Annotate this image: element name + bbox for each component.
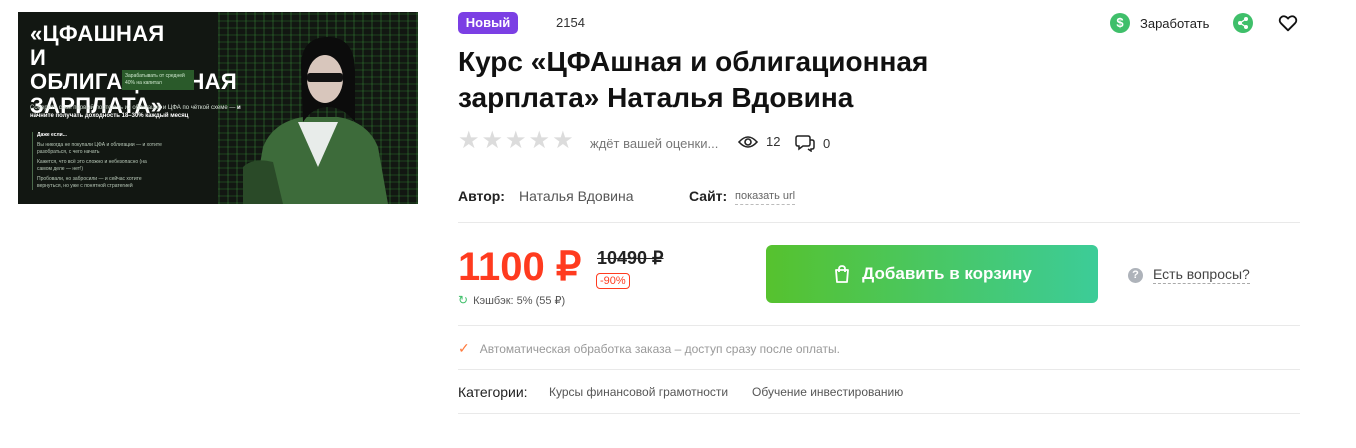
- auto-processing-text: Автоматическая обработка заказа – доступ…: [479, 341, 840, 356]
- category-link[interactable]: Курсы финансовой грамотности: [549, 385, 728, 399]
- divider: [458, 413, 1300, 414]
- share-icon[interactable]: [1233, 13, 1253, 33]
- views-count: 12: [766, 134, 781, 149]
- add-to-cart-button[interactable]: Добавить в корзину: [766, 245, 1098, 303]
- product-counter: 2154: [556, 15, 585, 30]
- refresh-icon: ↻: [458, 293, 469, 307]
- categories-label: Категории:: [458, 384, 528, 400]
- comments-counter[interactable]: 0: [795, 134, 830, 152]
- dollar-icon: $: [1110, 13, 1130, 33]
- favorite-heart-icon[interactable]: [1277, 12, 1299, 34]
- star-icon[interactable]: ★: [505, 129, 527, 153]
- cashback-text: Кэшбэк: 5% (55 ₽): [473, 294, 566, 307]
- add-to-cart-label: Добавить в корзину: [862, 264, 1032, 283]
- author-name-link[interactable]: Наталья Вдовина: [519, 188, 633, 204]
- rating-stars[interactable]: ★ ★ ★ ★ ★: [458, 129, 576, 153]
- shopping-bag-icon: [835, 265, 850, 283]
- divider: [458, 222, 1300, 223]
- views-counter: 12: [738, 134, 780, 149]
- old-price: 10490 ₽: [597, 248, 664, 268]
- star-icon[interactable]: ★: [552, 129, 574, 153]
- rating-status: ждёт вашей оценки...: [590, 136, 719, 151]
- comments-count: 0: [823, 135, 831, 151]
- eye-icon: [738, 135, 758, 148]
- category-link[interactable]: Обучение инвестированию: [752, 385, 903, 399]
- checkmark-icon: ✓: [458, 340, 470, 356]
- banner-list: Даже если... Вы никогда не покупали ЦФА …: [32, 132, 162, 190]
- divider: [458, 325, 1300, 326]
- current-price: 1100 ₽: [458, 245, 582, 289]
- question-icon: ?: [1128, 267, 1143, 283]
- cashback-info: ↻ Кэшбэк: 5% (55 ₽): [458, 293, 565, 307]
- star-icon[interactable]: ★: [458, 129, 480, 153]
- questions-label: Есть вопросы?: [1153, 266, 1250, 284]
- banner-list-item: Вы никогда не покупали ЦФА и облигации —…: [37, 142, 162, 155]
- banner-title-line: «ЦФАШНАЯ: [30, 21, 165, 46]
- earn-label: Заработать: [1140, 15, 1210, 31]
- site-label: Сайт:: [689, 188, 728, 204]
- banner-subtitle-text: Соберите свой первый портфель из облигац…: [30, 105, 236, 111]
- star-icon[interactable]: ★: [529, 129, 551, 153]
- banner-subtitle: Соберите свой первый портфель из облигац…: [30, 104, 245, 120]
- product-title: Курс «ЦФАшная и облигационная зарплата» …: [458, 46, 929, 113]
- comment-icon: [795, 135, 815, 152]
- banner-badge: Зарабатывать от средней 40% на капитал: [122, 70, 194, 90]
- author-portrait: [243, 37, 388, 204]
- auto-processing-note: ✓ Автоматическая обработка заказа – дост…: [458, 340, 840, 357]
- discount-badge: -90%: [596, 273, 630, 289]
- divider: [458, 369, 1300, 370]
- questions-link[interactable]: ? Есть вопросы?: [1128, 266, 1250, 284]
- earn-button[interactable]: $ Заработать: [1110, 12, 1209, 34]
- new-badge: Новый: [458, 12, 518, 34]
- banner-list-item: Пробовали, но забросили — и сейчас хотит…: [37, 176, 142, 189]
- banner-list-heading: Даже если...: [37, 132, 67, 138]
- star-icon[interactable]: ★: [482, 129, 504, 153]
- author-label: Автор:: [458, 188, 505, 204]
- show-url-link[interactable]: показать url: [735, 190, 796, 205]
- product-banner-image[interactable]: «ЦФАШНАЯ И ОБЛИГАЦИОННАЯ ЗАРПЛАТА» Зараб…: [18, 12, 418, 204]
- banner-list-item: Кажется, что всё это сложно и небезопасн…: [37, 159, 147, 172]
